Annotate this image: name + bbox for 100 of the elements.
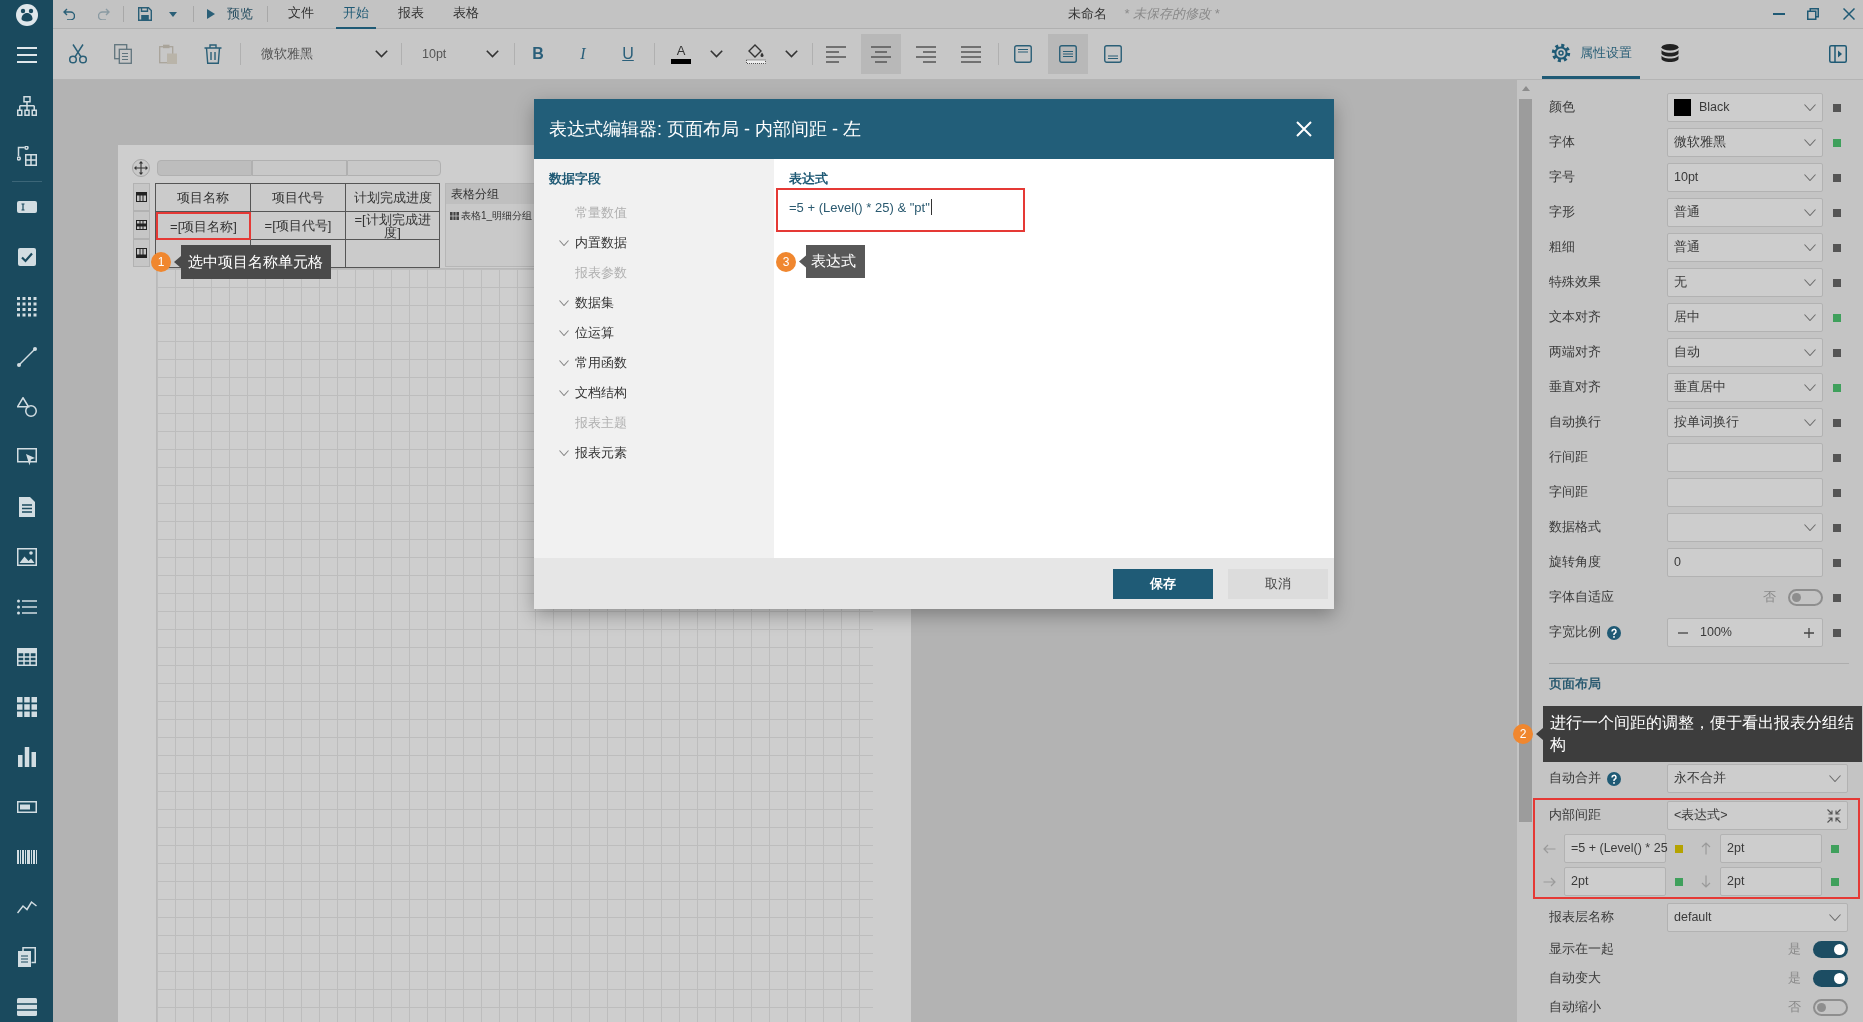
- property-label: 字体: [1549, 134, 1575, 152]
- menu-icon[interactable]: [16, 47, 37, 63]
- column-handle[interactable]: [347, 160, 441, 176]
- form-icon[interactable]: [16, 998, 37, 1016]
- bar-chart-icon[interactable]: [17, 747, 36, 767]
- textbox-icon[interactable]: [16, 201, 37, 213]
- clipboard-icon: [159, 44, 177, 64]
- expression-field[interactable]: <表达式>: [1667, 801, 1848, 830]
- tree-item[interactable]: 位运算: [549, 318, 774, 348]
- scrollbar-thumb[interactable]: [1519, 99, 1532, 822]
- dropdown-field[interactable]: 微软雅黑: [1667, 128, 1823, 157]
- dropdown-field[interactable]: Black: [1667, 93, 1823, 122]
- grid-icon[interactable]: [16, 697, 37, 717]
- dropdown-field[interactable]: 永不合并: [1667, 764, 1848, 793]
- tree-item[interactable]: 常用函数: [549, 348, 774, 378]
- panel-toggle-icon[interactable]: [1829, 45, 1847, 63]
- property-label: 自动变大: [1549, 969, 1601, 987]
- property-label: 自动换行: [1549, 414, 1601, 432]
- document-icon[interactable]: [18, 497, 35, 517]
- undo-icon[interactable]: [63, 8, 75, 20]
- align-right-icon: [916, 45, 936, 63]
- chevron-down-icon: [559, 390, 569, 396]
- input-field[interactable]: [1667, 478, 1823, 507]
- dropdown-field[interactable]: [1667, 513, 1823, 542]
- font-family-dropdown[interactable]: 微软雅黑: [253, 39, 391, 69]
- expression-input[interactable]: =5 + (Level() * 25) & "pt": [776, 188, 1025, 232]
- cursor-box-icon[interactable]: [16, 448, 37, 466]
- move-icon[interactable]: [132, 159, 150, 177]
- help-icon[interactable]: [1607, 625, 1621, 640]
- toggle-switch[interactable]: [1813, 998, 1848, 1016]
- tree-item[interactable]: 内置数据: [549, 228, 774, 258]
- dropdown-field[interactable]: 普通: [1667, 233, 1823, 262]
- italic-button[interactable]: I: [564, 35, 602, 73]
- line-chart-icon[interactable]: [16, 900, 37, 914]
- plus-icon[interactable]: [1804, 627, 1814, 638]
- progress-bar-icon[interactable]: [16, 801, 37, 813]
- image-icon[interactable]: [16, 548, 37, 566]
- input-field[interactable]: =5 + (Level() * 25: [1564, 834, 1666, 863]
- row-handle[interactable]: [133, 211, 150, 239]
- dropdown-field[interactable]: 10pt: [1667, 163, 1823, 192]
- checkbox-icon[interactable]: [17, 248, 36, 266]
- row-handle[interactable]: [133, 183, 150, 211]
- column-handle[interactable]: [252, 160, 347, 176]
- save-button[interactable]: 保存: [1113, 568, 1213, 599]
- dropdown-field[interactable]: 按单词换行: [1667, 408, 1823, 437]
- bold-button[interactable]: B: [519, 35, 557, 73]
- font-size-dropdown[interactable]: 10pt: [414, 39, 502, 69]
- barcode-icon[interactable]: [16, 850, 37, 864]
- hierarchy-icon[interactable]: [16, 96, 37, 116]
- tree-item[interactable]: 文档结构: [549, 378, 774, 408]
- pages-icon[interactable]: [17, 947, 36, 967]
- toggle-switch[interactable]: [1813, 969, 1848, 987]
- row-handle[interactable]: [133, 239, 150, 267]
- line-icon[interactable]: [16, 347, 37, 367]
- menu-tab[interactable]: 文件: [281, 0, 321, 29]
- input-field[interactable]: 0: [1667, 548, 1823, 577]
- tree-item[interactable]: 报表元素: [549, 438, 774, 468]
- font-color-button[interactable]: A: [664, 35, 698, 73]
- dropdown-field[interactable]: 自动: [1667, 338, 1823, 367]
- preview-button[interactable]: 预览: [207, 3, 253, 25]
- align-center-icon: [871, 45, 891, 63]
- close-icon[interactable]: [1843, 8, 1855, 20]
- toggle-switch[interactable]: [1788, 589, 1823, 606]
- dropdown-field[interactable]: 居中: [1667, 303, 1823, 332]
- toggle-switch[interactable]: [1813, 940, 1848, 958]
- property-label: 字间距: [1549, 484, 1588, 502]
- step-number: 3: [776, 251, 796, 272]
- menu-tab[interactable]: 报表: [391, 0, 431, 29]
- align-center-button[interactable]: [861, 34, 901, 74]
- caret-down-icon[interactable]: [169, 11, 177, 17]
- save-icon[interactable]: [138, 7, 152, 21]
- input-field[interactable]: 2pt: [1720, 834, 1822, 863]
- dropdown-field[interactable]: 垂直居中: [1667, 373, 1823, 402]
- dropdown-field[interactable]: default: [1667, 903, 1848, 932]
- chevron-down-icon: [1804, 209, 1816, 216]
- shapes-icon[interactable]: [16, 397, 37, 417]
- help-icon[interactable]: [1607, 771, 1621, 786]
- collapse-icon[interactable]: [1827, 808, 1841, 823]
- cancel-button[interactable]: 取消: [1228, 568, 1328, 599]
- input-field[interactable]: 2pt: [1564, 867, 1666, 896]
- table-rows-icon: [450, 211, 459, 220]
- stepper-field[interactable]: 100%: [1667, 618, 1823, 647]
- layout-icon[interactable]: [16, 146, 37, 166]
- dropdown-field[interactable]: 无: [1667, 268, 1823, 297]
- tree-item[interactable]: 数据集: [549, 288, 774, 318]
- dot-grid-icon[interactable]: [16, 297, 37, 317]
- input-field[interactable]: 2pt: [1720, 867, 1822, 896]
- list-icon[interactable]: [16, 599, 37, 615]
- underline-button[interactable]: U: [609, 35, 647, 73]
- dropdown-field[interactable]: 普通: [1667, 198, 1823, 227]
- input-field[interactable]: [1667, 443, 1823, 472]
- minus-icon[interactable]: [1678, 631, 1688, 634]
- column-header: 计划完成进度: [346, 184, 440, 212]
- row-handle-icon: [136, 220, 147, 230]
- table-icon[interactable]: [16, 648, 37, 666]
- app-logo-icon[interactable]: [15, 4, 38, 26]
- valign-middle-button[interactable]: [1048, 34, 1088, 74]
- restore-icon[interactable]: [1807, 8, 1819, 20]
- column-handle[interactable]: [157, 160, 252, 176]
- menu-tab[interactable]: 表格: [446, 0, 486, 29]
